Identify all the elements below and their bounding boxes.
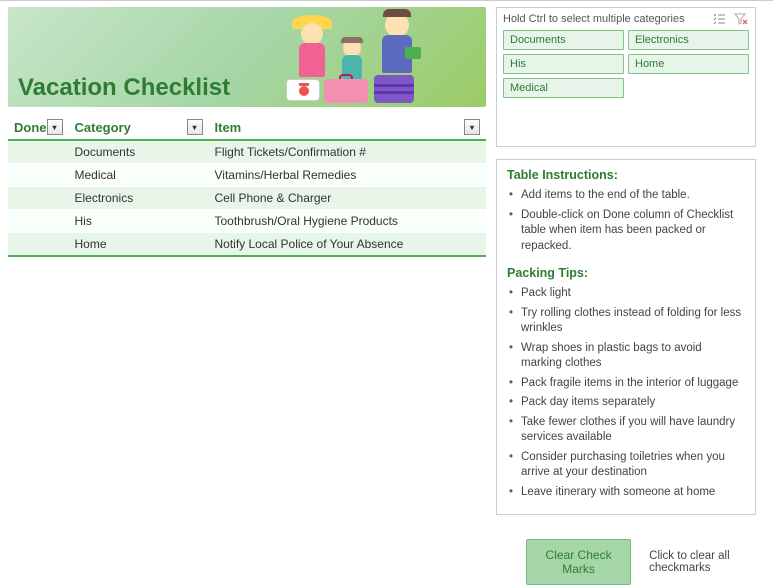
tip-item: Try rolling clothes instead of folding f… [507, 306, 745, 337]
page-title: Vacation Checklist [18, 74, 230, 102]
filter-button-category[interactable]: ▾ [187, 119, 203, 135]
family-illustration [286, 7, 466, 107]
clear-hint-text: Click to clear all checkmarks [649, 550, 756, 574]
slicer-item[interactable]: Documents [503, 30, 624, 50]
item-cell: Cell Phone & Charger [209, 187, 487, 210]
done-cell[interactable] [8, 210, 69, 233]
tip-item: Pack fragile items in the interior of lu… [507, 376, 745, 392]
clear-check-marks-button[interactable]: Clear Check Marks [526, 539, 631, 585]
tip-item: Take fewer clothes if you will have laun… [507, 415, 745, 446]
done-cell[interactable] [8, 140, 69, 164]
tip-item: Consider purchasing toiletries when you … [507, 450, 745, 481]
tip-item: Leave itinerary with someone at home [507, 485, 745, 501]
item-cell: Notify Local Police of Your Absence [209, 233, 487, 257]
instructions-panel: Table Instructions: Add items to the end… [496, 159, 756, 515]
table-row: ElectronicsCell Phone & Charger [8, 187, 486, 210]
filter-button-item[interactable]: ▾ [464, 119, 480, 135]
category-cell: Documents [69, 140, 209, 164]
category-cell: Home [69, 233, 209, 257]
table-row: HomeNotify Local Police of Your Absence [8, 233, 486, 257]
category-cell: His [69, 210, 209, 233]
hero-banner: Vacation Checklist [8, 7, 486, 107]
table-row: MedicalVitamins/Herbal Remedies [8, 164, 486, 187]
instruction-item: Double-click on Done column of Checklist… [507, 208, 745, 255]
col-header-category: Category [75, 120, 131, 135]
instruction-item: Add items to the end of the table. [507, 188, 745, 204]
tip-item: Wrap shoes in plastic bags to avoid mark… [507, 341, 745, 372]
table-instructions-title: Table Instructions: [507, 168, 745, 182]
done-cell[interactable] [8, 233, 69, 257]
done-cell[interactable] [8, 187, 69, 210]
item-cell: Flight Tickets/Confirmation # [209, 140, 487, 164]
packing-tips-title: Packing Tips: [507, 266, 745, 280]
slicer-item[interactable]: Home [628, 54, 749, 74]
category-slicer: Hold Ctrl to select multiple categories … [496, 7, 756, 147]
col-header-done: Done [14, 120, 47, 135]
multiselect-icon[interactable] [711, 12, 727, 26]
slicer-item[interactable]: Electronics [628, 30, 749, 50]
slicer-hint: Hold Ctrl to select multiple categories [503, 13, 685, 25]
slicer-item[interactable]: His [503, 54, 624, 74]
tip-item: Pack day items separately [507, 395, 745, 411]
clear-filter-icon[interactable] [733, 12, 749, 26]
category-cell: Medical [69, 164, 209, 187]
item-cell: Toothbrush/Oral Hygiene Products [209, 210, 487, 233]
slicer-item[interactable]: Medical [503, 78, 624, 98]
table-row: HisToothbrush/Oral Hygiene Products [8, 210, 486, 233]
done-cell[interactable] [8, 164, 69, 187]
checklist-table: Done ▾ Category ▾ Item ▾ [8, 115, 486, 257]
tip-item: Pack light [507, 286, 745, 302]
filter-button-done[interactable]: ▾ [47, 119, 63, 135]
table-row: DocumentsFlight Tickets/Confirmation # [8, 140, 486, 164]
category-cell: Electronics [69, 187, 209, 210]
item-cell: Vitamins/Herbal Remedies [209, 164, 487, 187]
col-header-item: Item [215, 120, 242, 135]
